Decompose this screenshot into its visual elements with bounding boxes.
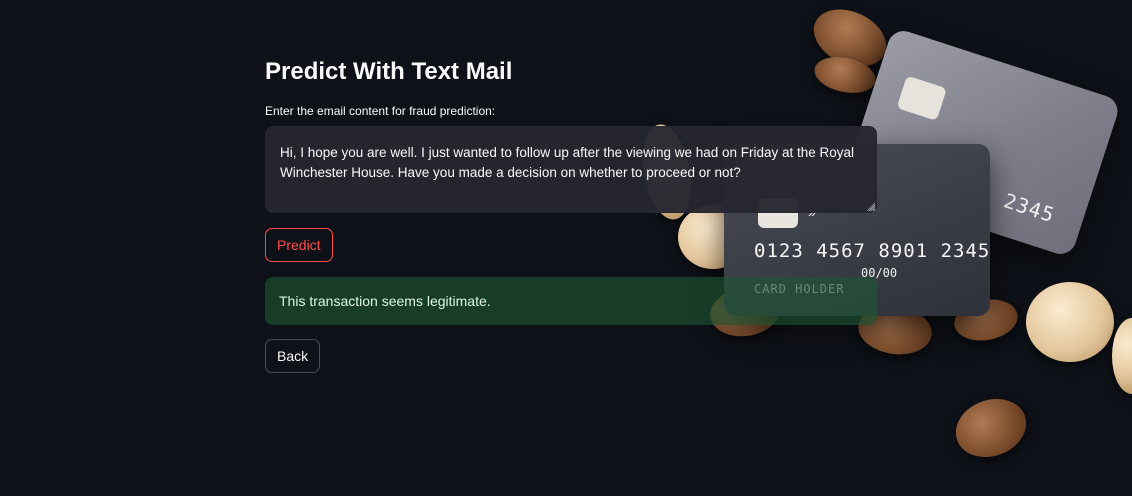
email-content-label: Enter the email content for fraud predic… [265,104,496,118]
email-content-textarea[interactable]: Hi, I hope you are well. I just wanted t… [265,126,877,213]
coin-illustration [804,0,896,78]
result-success-alert: This transaction seems legitimate. [265,277,877,325]
back-button[interactable]: Back [265,339,321,373]
coin-illustration [1112,318,1132,394]
coin-illustration [951,294,1021,346]
coin-illustration [947,389,1035,467]
app-viewport: 01 2345 » 0123 4567 8901 2345 00/00 CARD… [0,0,1132,496]
background-illustration: 01 2345 » 0123 4567 8901 2345 00/00 CARD… [0,0,1132,496]
card-number-fragment: 01 2345 [963,176,1058,228]
card-chip-icon [896,75,947,121]
coin-illustration [678,205,748,269]
card-number: 0123 4567 8901 2345 [754,240,991,262]
resize-handle-icon[interactable] [867,203,875,211]
page-title: Predict With Text Mail [265,58,513,85]
credit-card-back-illustration: 01 2345 [842,26,1122,259]
coin-illustration [811,51,879,99]
coin-illustration [1026,282,1114,362]
predict-button[interactable]: Predict [265,228,333,262]
